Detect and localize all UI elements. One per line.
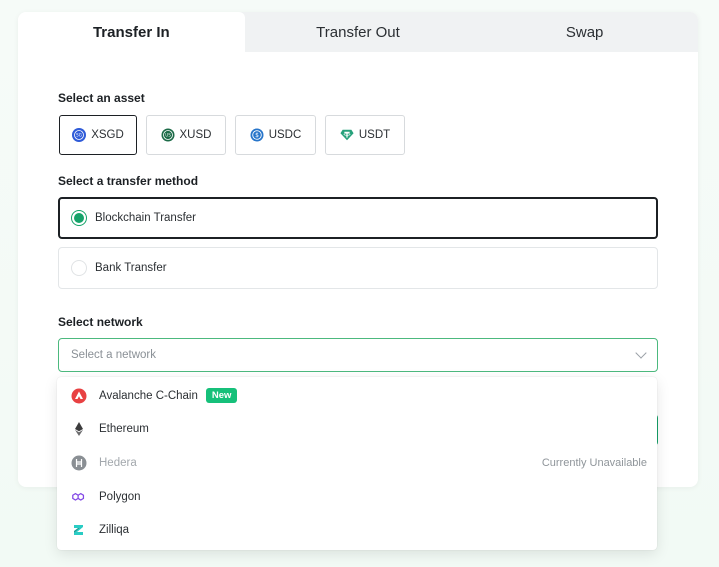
xsgd-icon: SG (72, 128, 87, 142)
svg-text:US: US (165, 133, 171, 138)
unavailable-status: Currently Unavailable (541, 456, 647, 469)
asset-option-xusd[interactable]: US XUSD (146, 115, 226, 155)
new-badge: New (205, 388, 238, 404)
network-option-hedera: Hedera Currently Unavailable (57, 446, 657, 480)
asset-option-usdt[interactable]: USDT (325, 115, 405, 155)
usdt-icon (340, 128, 354, 142)
network-select[interactable]: Select a network (58, 338, 658, 372)
asset-label: USDT (358, 129, 391, 141)
asset-section-label: Select an asset (58, 91, 145, 105)
network-option-label: Hedera (99, 456, 137, 469)
chevron-down-icon (635, 347, 647, 359)
svg-text:SG: SG (76, 133, 82, 138)
asset-label: USDC (268, 129, 302, 141)
method-label: Bank Transfer (95, 262, 167, 274)
tab-swap[interactable]: Swap (471, 12, 698, 52)
network-option-avalanche[interactable]: Avalanche C-Chain New (57, 379, 657, 413)
avalanche-icon (71, 388, 87, 404)
network-option-label: Ethereum (99, 423, 149, 436)
tab-transfer-in[interactable]: Transfer In (18, 12, 245, 52)
zilliqa-icon (71, 522, 87, 538)
xusd-icon: US (161, 128, 175, 142)
usdc-icon: $ (250, 128, 264, 142)
asset-selector: SG XSGD US XUSD $ USDC USDT (59, 115, 405, 155)
tab-transfer-out[interactable]: Transfer Out (245, 12, 472, 52)
asset-option-usdc[interactable]: $ USDC (235, 115, 316, 155)
asset-option-xsgd[interactable]: SG XSGD (59, 115, 137, 155)
network-section-label: Select network (58, 315, 143, 329)
hedera-icon (71, 455, 87, 471)
network-dropdown: Avalanche C-Chain New Ethereum Hedera Cu… (57, 377, 657, 550)
network-option-label: Avalanche C-Chain (99, 389, 198, 402)
radio-selected-icon (71, 210, 87, 226)
method-bank-transfer[interactable]: Bank Transfer (58, 247, 658, 289)
network-option-polygon[interactable]: Polygon (57, 480, 657, 514)
polygon-icon (71, 489, 87, 505)
method-blockchain-transfer[interactable]: Blockchain Transfer (58, 197, 658, 239)
ethereum-icon (71, 421, 87, 437)
network-option-label: Zilliqa (99, 524, 130, 537)
asset-label: XSGD (91, 129, 124, 141)
svg-text:$: $ (255, 132, 259, 139)
method-label: Blockchain Transfer (95, 212, 196, 224)
network-select-placeholder: Select a network (71, 349, 157, 361)
asset-label: XUSD (179, 129, 212, 141)
radio-unselected-icon (71, 260, 87, 276)
tab-bar: Transfer In Transfer Out Swap (18, 12, 698, 52)
network-option-zilliqa[interactable]: Zilliqa (57, 513, 657, 547)
network-option-label: Polygon (99, 490, 141, 503)
network-option-ethereum[interactable]: Ethereum (57, 413, 657, 447)
method-section-label: Select a transfer method (58, 174, 199, 188)
